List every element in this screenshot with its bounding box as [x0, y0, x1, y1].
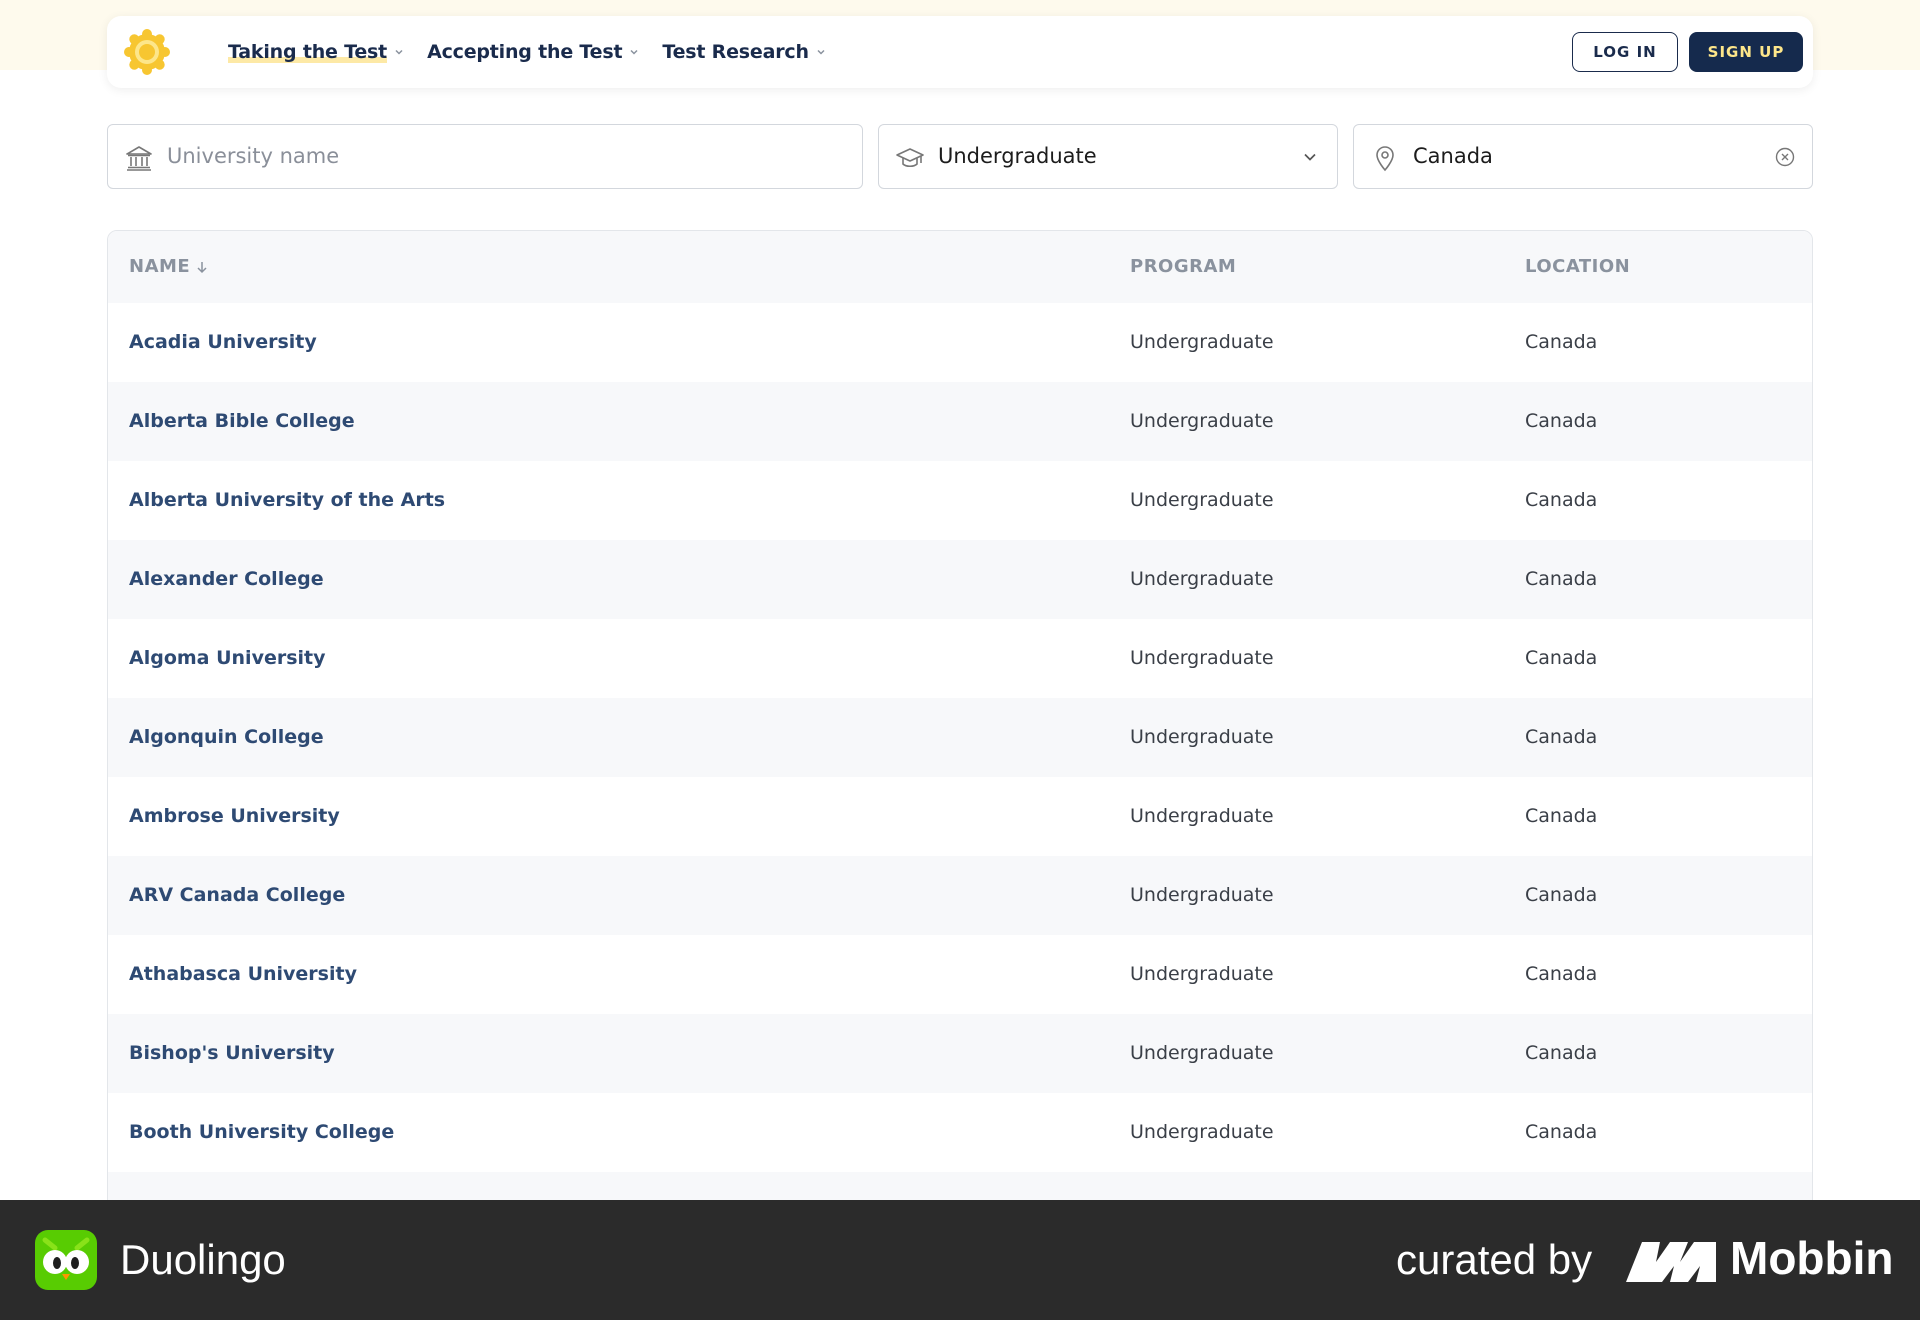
column-header-location: LOCATION	[1525, 256, 1631, 277]
table-row: Athabasca University Undergraduate Canad…	[108, 935, 1812, 1014]
program-cell: Undergraduate	[1130, 726, 1274, 748]
program-cell: Undergraduate	[1130, 647, 1274, 669]
nav-taking-the-test[interactable]: Taking the Test	[228, 41, 405, 63]
location-cell: Canada	[1525, 568, 1598, 590]
nav-label: Accepting the Test	[427, 41, 623, 63]
app-name: Duolingo	[120, 1236, 286, 1283]
login-button[interactable]: LOG IN	[1572, 32, 1678, 72]
program-cell: Undergraduate	[1130, 410, 1274, 432]
logo-icon[interactable]	[123, 28, 171, 76]
table-row: Algonquin College Undergraduate Canada	[108, 698, 1812, 777]
location-cell: Canada	[1525, 489, 1598, 511]
university-link[interactable]: ARV Canada College	[129, 856, 345, 935]
university-link[interactable]: Athabasca University	[129, 935, 357, 1014]
program-cell: Undergraduate	[1130, 1042, 1274, 1064]
location-cell: Canada	[1525, 1042, 1598, 1064]
location-value: Canada	[1413, 144, 1493, 168]
location-filter[interactable]: Canada	[1353, 124, 1813, 189]
university-link[interactable]: Ambrose University	[129, 777, 340, 856]
university-building-icon	[126, 146, 152, 171]
university-link[interactable]: Booth University College	[129, 1093, 394, 1172]
column-label: NAME	[129, 256, 191, 277]
footer-bar: Duolingo curated by Mobbin	[0, 1200, 1920, 1320]
location-cell: Canada	[1525, 331, 1598, 353]
university-name-filter	[107, 124, 863, 189]
location-cell: Canada	[1525, 963, 1598, 985]
university-link[interactable]: Alberta Bible College	[129, 382, 355, 461]
table-row: Booth University College Undergraduate C…	[108, 1093, 1812, 1172]
nav-label: Taking the Test	[228, 41, 388, 63]
university-link[interactable]: Algonquin College	[129, 698, 324, 777]
column-header-name[interactable]: NAME	[129, 231, 209, 303]
table-body: Acadia University Undergraduate Canada A…	[108, 303, 1812, 1251]
program-cell: Undergraduate	[1130, 884, 1274, 906]
curated-by-label: curated by	[1396, 1236, 1593, 1283]
nav-label: Test Research	[662, 41, 809, 63]
chevron-down-icon	[630, 49, 638, 55]
table-row: Algoma University Undergraduate Canada	[108, 619, 1812, 698]
table-row: Bishop's University Undergraduate Canada	[108, 1014, 1812, 1093]
chevron-down-icon	[817, 49, 825, 55]
university-link[interactable]: Alberta University of the Arts	[129, 461, 445, 540]
nav-test-research[interactable]: Test Research	[662, 41, 826, 63]
program-cell: Undergraduate	[1130, 489, 1274, 511]
curator-name: Mobbin	[1730, 1232, 1894, 1284]
chevron-down-icon	[1304, 153, 1316, 161]
nav-accepting-the-test[interactable]: Accepting the Test	[427, 41, 640, 63]
main-nav: Taking the Test Accepting the Test Test …	[228, 16, 849, 88]
program-cell: Undergraduate	[1130, 963, 1274, 985]
table-row: Ambrose University Undergraduate Canada	[108, 777, 1812, 856]
table-row: Acadia University Undergraduate Canada	[108, 303, 1812, 382]
program-select[interactable]: Undergraduate	[878, 124, 1338, 189]
mobbin-logo-icon	[1626, 1242, 1716, 1282]
location-cell: Canada	[1525, 1121, 1598, 1143]
program-cell: Undergraduate	[1130, 1121, 1274, 1143]
program-cell: Undergraduate	[1130, 805, 1274, 827]
program-cell: Undergraduate	[1130, 568, 1274, 590]
navbar: Taking the Test Accepting the Test Test …	[107, 16, 1813, 88]
university-link[interactable]: Acadia University	[129, 303, 317, 382]
university-link[interactable]: Algoma University	[129, 619, 326, 698]
duolingo-owl-icon	[35, 1230, 97, 1290]
table-header: NAME PROGRAM LOCATION	[108, 231, 1812, 303]
column-header-program: PROGRAM	[1130, 256, 1237, 277]
table-row: ARV Canada College Undergraduate Canada	[108, 856, 1812, 935]
sort-arrow-down-icon	[197, 262, 207, 274]
clear-icon[interactable]	[1774, 146, 1796, 168]
location-cell: Canada	[1525, 884, 1598, 906]
table-row: Alberta Bible College Undergraduate Cana…	[108, 382, 1812, 461]
location-cell: Canada	[1525, 410, 1598, 432]
table-row: Alexander College Undergraduate Canada	[108, 540, 1812, 619]
universities-table: NAME PROGRAM LOCATION Acadia University …	[107, 230, 1813, 1320]
signup-button[interactable]: SIGN UP	[1689, 32, 1803, 72]
graduation-cap-icon	[896, 148, 924, 168]
program-cell: Undergraduate	[1130, 331, 1274, 353]
location-pin-icon	[1376, 146, 1394, 172]
university-link[interactable]: Alexander College	[129, 540, 324, 619]
location-cell: Canada	[1525, 805, 1598, 827]
location-cell: Canada	[1525, 726, 1598, 748]
university-link[interactable]: Bishop's University	[129, 1014, 335, 1093]
university-name-input[interactable]	[167, 125, 767, 187]
chevron-down-icon	[395, 49, 403, 55]
table-row: Alberta University of the Arts Undergrad…	[108, 461, 1812, 540]
location-cell: Canada	[1525, 647, 1598, 669]
